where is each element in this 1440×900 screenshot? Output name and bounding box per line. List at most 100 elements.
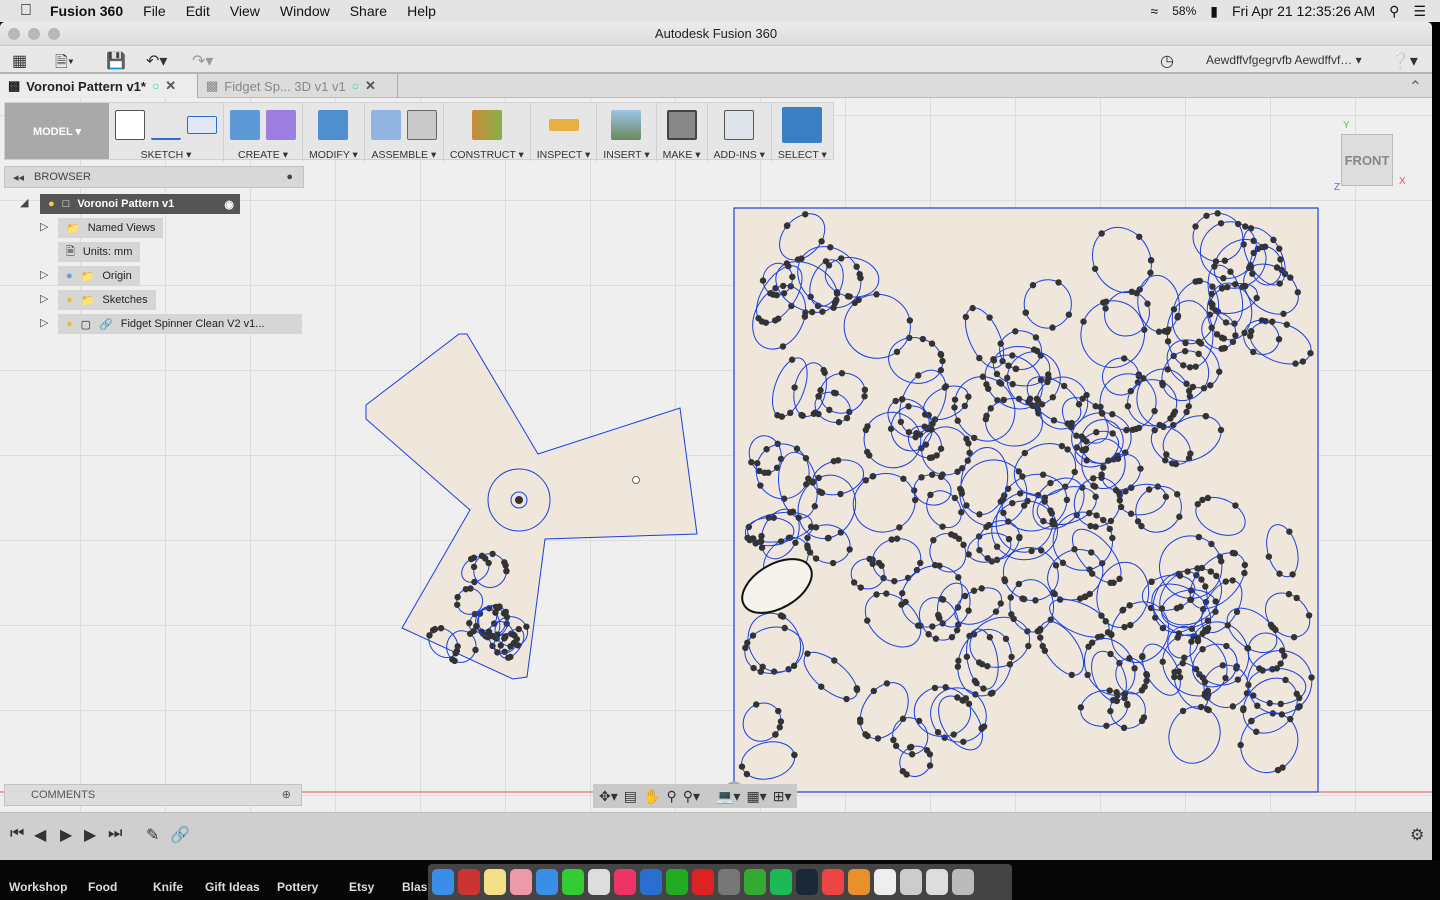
dock-app-icon[interactable] <box>822 869 844 895</box>
create-menu[interactable]: CREATE ▾ <box>238 149 288 161</box>
collapse-root-icon[interactable]: ◢ <box>20 196 28 209</box>
apple-icon[interactable]:  <box>20 2 32 20</box>
go-to-end-icon[interactable]: ⏭ <box>108 825 122 843</box>
zoom-window-button[interactable] <box>48 28 60 40</box>
make-group[interactable]: MAKE ▾ <box>657 103 708 161</box>
bookmark-pottery[interactable]: Pottery <box>277 880 318 894</box>
create-group[interactable]: CREATE ▾ <box>224 103 303 161</box>
menu-help[interactable]: Help <box>407 3 436 19</box>
dock-app-icon[interactable] <box>458 869 480 895</box>
close-window-button[interactable] <box>8 28 20 40</box>
dock-app-icon[interactable] <box>848 869 870 895</box>
menu-app[interactable]: Fusion 360 <box>50 3 123 19</box>
tab-fidget-spinner[interactable]: ▩ Fidget Sp... 3D v1 v1 ○ ✕ <box>198 74 398 98</box>
expand-icon[interactable]: ▷ <box>40 316 48 329</box>
browser-item-sketches[interactable]: ● 📁 Sketches <box>58 290 156 310</box>
insert-group[interactable]: INSERT ▾ <box>597 103 657 161</box>
dock-app-icon[interactable] <box>562 869 584 895</box>
menu-edit[interactable]: Edit <box>186 3 210 19</box>
modify-menu[interactable]: MODIFY ▾ <box>309 149 358 161</box>
timeline-sketch-feature[interactable]: ✎ <box>146 825 159 845</box>
battery-icon[interactable]: ▮ <box>1210 3 1218 20</box>
dock-app-icon[interactable] <box>536 869 558 895</box>
spotlight-icon[interactable]: ⚲ <box>1389 3 1399 20</box>
collapse-chevron-icon[interactable]: ⌃ <box>1409 77 1422 97</box>
data-panel-grid-icon[interactable]: ▦ <box>12 51 27 71</box>
display-settings-icon[interactable]: 💻▾ <box>716 788 740 805</box>
select-group[interactable]: SELECT ▾ <box>772 103 833 161</box>
construct-menu[interactable]: CONSTRUCT ▾ <box>450 149 524 161</box>
pan-hand-icon[interactable]: ✋ <box>643 788 660 805</box>
expand-icon[interactable]: ▷ <box>40 292 48 305</box>
collapse-browser-icon[interactable]: ◂◂ <box>13 171 24 184</box>
undo-icon[interactable]: ↶▾ <box>146 51 167 71</box>
modify-group[interactable]: MODIFY ▾ <box>303 103 365 161</box>
help-icon[interactable]: ❔▾ <box>1390 51 1418 71</box>
save-icon[interactable]: 💾 <box>106 51 126 71</box>
assemble-menu[interactable]: ASSEMBLE ▾ <box>371 149 436 161</box>
clock[interactable]: Fri Apr 21 12:35:26 AM <box>1232 3 1375 19</box>
browser-item-named-views[interactable]: 📁 Named Views <box>58 218 164 238</box>
browser-item-fidget-spinner[interactable]: ● ▢ 🔗 Fidget Spinner Clean V2 v1... <box>58 314 302 334</box>
dock-app-icon[interactable] <box>510 869 532 895</box>
bookmark-food[interactable]: Food <box>88 880 117 894</box>
assemble-group[interactable]: ASSEMBLE ▾ <box>365 103 444 161</box>
dock-app-icon[interactable] <box>744 869 766 895</box>
zoom-icon[interactable]: ⚲ <box>666 788 676 805</box>
make-menu[interactable]: MAKE ▾ <box>663 149 701 161</box>
bookmark-etsy[interactable]: Etsy <box>349 880 374 894</box>
bookmark-workshop[interactable]: Workshop <box>9 880 67 894</box>
select-menu[interactable]: SELECT ▾ <box>778 149 827 161</box>
addins-group[interactable]: ADD-INS ▾ <box>708 103 772 161</box>
wifi-icon[interactable]: ≈ <box>1151 3 1159 19</box>
dock-app-icon[interactable] <box>926 869 948 895</box>
browser-item-units[interactable]: 🗎 Units: mm <box>58 242 141 262</box>
bookmark-gift-ideas[interactable]: Gift Ideas <box>205 880 260 894</box>
notification-center-icon[interactable]: ☰ <box>1413 3 1426 20</box>
construct-group[interactable]: CONSTRUCT ▾ <box>444 103 531 161</box>
dock-app-icon[interactable] <box>432 869 454 895</box>
grid-settings-icon[interactable]: ▦▾ <box>746 788 766 805</box>
dock-app-icon[interactable] <box>770 869 792 895</box>
zoom-window-icon[interactable]: ⚲▾ <box>683 788 700 805</box>
dock-app-icon[interactable] <box>484 869 506 895</box>
battery-percent[interactable]: 58% <box>1172 4 1196 18</box>
close-tab-icon[interactable]: ✕ <box>365 78 376 94</box>
browser-header[interactable]: ◂◂ BROWSER ● <box>4 166 304 188</box>
addins-menu[interactable]: ADD-INS ▾ <box>714 149 765 161</box>
dock-app-icon[interactable] <box>614 869 636 895</box>
insert-menu[interactable]: INSERT ▾ <box>603 149 649 161</box>
minimize-window-button[interactable] <box>28 28 40 40</box>
dock-app-icon[interactable] <box>640 869 662 895</box>
inspect-group[interactable]: INSPECT ▾ <box>531 103 598 161</box>
tab-voronoi-pattern[interactable]: ▩ Voronoi Pattern v1* ○ ✕ <box>0 74 198 98</box>
redo-icon[interactable]: ↷▾ <box>192 51 213 71</box>
timeline-settings-gear-icon[interactable]: ⚙ <box>1410 825 1424 845</box>
timeline-link-feature[interactable]: 🔗 <box>170 825 190 845</box>
dock-app-icon[interactable] <box>952 869 974 895</box>
bookmark-knife[interactable]: Knife <box>153 880 183 894</box>
menu-view[interactable]: View <box>230 3 260 19</box>
inspect-menu[interactable]: INSPECT ▾ <box>537 149 591 161</box>
browser-root-node[interactable]: ● □ Voronoi Pattern v1 ◉ <box>40 194 240 214</box>
job-status-clock-icon[interactable]: ◷ <box>1160 51 1174 71</box>
dock-app-icon[interactable] <box>588 869 610 895</box>
dock-app-icon[interactable] <box>718 869 740 895</box>
browser-item-origin[interactable]: ● 📁 Origin <box>58 266 140 286</box>
dock-app-icon[interactable] <box>900 869 922 895</box>
go-to-start-icon[interactable]: ⏮ <box>10 825 24 843</box>
step-forward-icon[interactable]: ▶ <box>84 825 96 845</box>
look-at-icon[interactable]: ▤ <box>624 788 637 805</box>
menu-file[interactable]: File <box>143 3 166 19</box>
dock-app-icon[interactable] <box>796 869 818 895</box>
step-back-icon[interactable]: ◀ <box>34 825 46 845</box>
orbit-icon[interactable]: ✥▾ <box>599 788 618 805</box>
bookmark-blas[interactable]: Blas <box>402 880 427 894</box>
dock-app-icon[interactable] <box>666 869 688 895</box>
pin-icon[interactable]: ● <box>286 171 293 183</box>
workspace-switcher[interactable]: MODEL ▾ <box>5 103 109 159</box>
play-icon[interactable]: ▶ <box>60 825 72 845</box>
expand-icon[interactable]: ▷ <box>40 220 48 233</box>
menu-window[interactable]: Window <box>280 3 330 19</box>
dock-app-icon[interactable] <box>874 869 896 895</box>
